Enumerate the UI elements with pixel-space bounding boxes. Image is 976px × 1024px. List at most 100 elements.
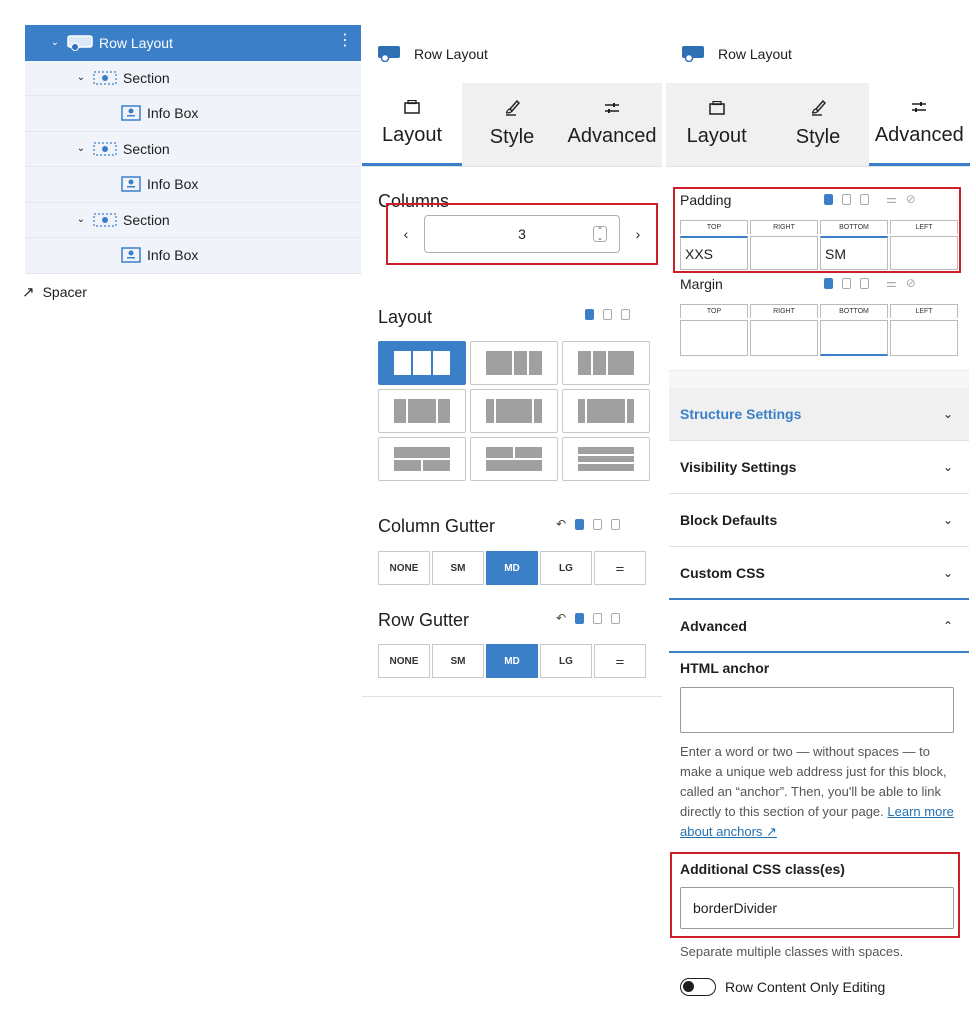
columns-value: 3 (518, 226, 526, 242)
css-class-input[interactable]: borderDivider (680, 887, 954, 929)
mobile-icon[interactable] (621, 309, 630, 320)
tablet-icon[interactable] (842, 194, 851, 205)
spinner-icon[interactable]: ⌃ ⌄ (593, 226, 607, 242)
gutter-none-button[interactable]: NONE (378, 551, 430, 585)
layout-preset-equal[interactable] (378, 341, 466, 385)
columns-input[interactable]: 3 ⌃ ⌄ (424, 215, 620, 253)
layout-preset-wide-first[interactable] (378, 389, 466, 433)
chevron-down-icon[interactable]: ⌄ (75, 72, 87, 83)
desktop-icon[interactable] (575, 613, 585, 624)
advanced-settings-panel: Row Layout Layout Style Advanced (666, 25, 970, 167)
layout-preset-wide-center[interactable] (470, 389, 558, 433)
margin-bottom-input[interactable] (820, 320, 888, 356)
padding-inputs: TOP RIGHT BOTTOM LEFT XXS SM (680, 220, 958, 270)
layout-preset-split-row[interactable] (470, 437, 558, 481)
gutter-custom-button[interactable]: ⚌ (594, 551, 646, 585)
link-icon[interactable]: ⊘ (906, 277, 916, 289)
tab-layout[interactable]: Layout (666, 83, 768, 166)
desktop-icon[interactable] (824, 194, 833, 205)
tablet-icon[interactable] (842, 278, 851, 289)
mobile-icon[interactable] (860, 194, 869, 205)
tree-item-info-box[interactable]: Info Box (25, 96, 361, 132)
tree-item-section[interactable]: ⌄ Section (25, 131, 361, 167)
block-title: Row Layout (718, 46, 792, 62)
gutter-sm-button[interactable]: SM (432, 644, 484, 678)
layout-preset-narrow-center[interactable] (562, 389, 650, 433)
accordion-advanced[interactable]: Advanced ⌃ (669, 600, 969, 653)
accordion-structure-settings[interactable]: Structure Settings ⌄ (669, 388, 969, 441)
chevron-down-icon[interactable]: ⌄ (75, 143, 87, 154)
padding-left-input[interactable] (890, 236, 958, 270)
desktop-icon[interactable] (824, 278, 833, 289)
chevron-down-icon[interactable]: ⌄ (49, 37, 61, 48)
padding-bottom-input[interactable]: SM (820, 236, 888, 270)
tab-label: Style (489, 126, 535, 148)
tab-layout[interactable]: Layout (362, 83, 462, 166)
tablet-icon[interactable] (593, 613, 603, 624)
css-class-help: Separate multiple classes with spaces. (680, 944, 904, 959)
tab-style[interactable]: Style (462, 83, 562, 166)
tree-item-label: Section (123, 69, 170, 86)
tab-label: Advanced (874, 123, 964, 146)
padding-right-input[interactable] (750, 236, 818, 270)
link-icon[interactable]: ⊘ (906, 193, 916, 205)
layout-preset-wide-right[interactable] (562, 341, 650, 385)
tree-item-spacer[interactable]: ↗ Spacer (22, 283, 87, 301)
tablet-icon[interactable] (593, 519, 603, 530)
desktop-icon[interactable] (585, 309, 594, 320)
tab-advanced[interactable]: Advanced (562, 83, 662, 166)
layout-preset-stacked[interactable] (562, 437, 650, 481)
mobile-icon[interactable] (860, 278, 869, 289)
next-arrow-icon[interactable]: › (620, 226, 656, 242)
gutter-sm-button[interactable]: SM (432, 551, 484, 585)
sliders-icon[interactable]: ⚌ (886, 193, 897, 205)
accordion-visibility-settings[interactable]: Visibility Settings ⌄ (669, 441, 969, 494)
accordion-custom-css[interactable]: Custom CSS ⌄ (669, 547, 969, 600)
margin-top-input[interactable] (680, 320, 748, 356)
tree-item-section[interactable]: ⌄ Section (25, 60, 361, 96)
margin-right-input[interactable] (750, 320, 818, 356)
layout-tab-icon (404, 99, 420, 114)
gutter-none-button[interactable]: NONE (378, 644, 430, 678)
desktop-icon[interactable] (575, 519, 585, 530)
tab-label: Layout (381, 123, 443, 146)
chevron-up-icon: ⌃ (942, 618, 953, 633)
tab-advanced[interactable]: Advanced (868, 83, 970, 166)
mobile-icon[interactable] (611, 519, 621, 530)
layout-preset-row-split[interactable] (378, 437, 466, 481)
row-layout-icon (378, 46, 400, 62)
gutter-md-button[interactable]: MD (486, 551, 538, 585)
html-anchor-input[interactable] (680, 687, 954, 733)
tree-item-info-box[interactable]: Info Box (25, 238, 361, 274)
info-box-icon (121, 105, 141, 121)
sliders-icon[interactable]: ⚌ (886, 277, 897, 289)
gutter-md-button[interactable]: MD (486, 644, 538, 678)
more-options-icon[interactable]: ⋮ (337, 33, 353, 49)
prev-arrow-icon[interactable]: ‹ (388, 226, 424, 242)
tab-style[interactable]: Style (767, 83, 869, 166)
device-toggle: ⚌ ⊘ (824, 277, 916, 289)
chevron-down-icon[interactable]: ⌄ (75, 214, 87, 225)
row-layout-icon (682, 46, 704, 62)
tree-item-row-layout[interactable]: ⌄ Row Layout ⋮ (25, 25, 361, 61)
undo-icon[interactable]: ↶ (556, 518, 566, 530)
row-content-only-toggle[interactable] (680, 978, 716, 996)
tree-item-section[interactable]: ⌄ Section (25, 202, 361, 238)
padding-top-input[interactable]: XXS (680, 236, 748, 270)
section-icon (93, 213, 117, 227)
layout-preset-wide-left[interactable] (470, 341, 558, 385)
undo-icon[interactable]: ↶ (556, 612, 566, 624)
gutter-lg-button[interactable]: LG (540, 551, 592, 585)
info-box-icon (121, 247, 141, 263)
accordion-label: Visibility Settings (680, 459, 797, 475)
gutter-lg-button[interactable]: LG (540, 644, 592, 678)
chevron-down-icon: ⌄ (942, 513, 953, 527)
accordion-block-defaults[interactable]: Block Defaults ⌄ (669, 494, 969, 547)
arrow-up-right-icon: ↗ (22, 284, 35, 301)
tree-item-info-box[interactable]: Info Box (25, 167, 361, 203)
mobile-icon[interactable] (611, 613, 621, 624)
section-icon (93, 142, 117, 156)
tablet-icon[interactable] (603, 309, 612, 320)
gutter-custom-button[interactable]: ⚌ (594, 644, 646, 678)
margin-left-input[interactable] (890, 320, 958, 356)
